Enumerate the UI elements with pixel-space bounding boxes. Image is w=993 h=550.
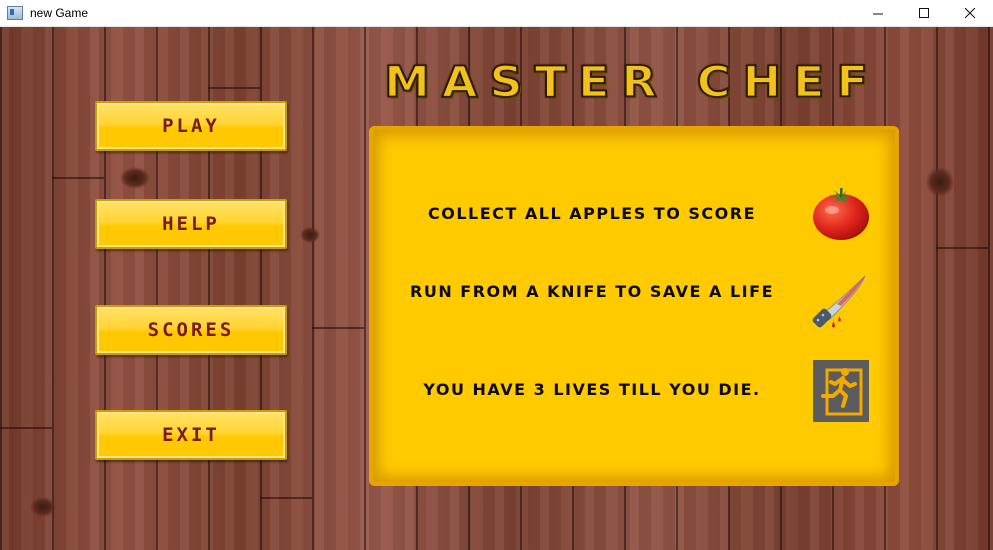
wood-seam: [208, 87, 260, 89]
help-button[interactable]: HELP: [95, 199, 287, 249]
wood-seam: [52, 177, 104, 179]
running-exit-icon: [813, 360, 869, 422]
close-icon: [964, 7, 975, 18]
help-panel: COLLECT ALL APPLES TO SCORE RUN FROM A K…: [369, 126, 899, 486]
maximize-icon: [918, 7, 929, 18]
help-line-lives: YOU HAVE 3 LIVES TILL YOU DIE.: [423, 380, 761, 399]
wood-knot: [926, 167, 954, 197]
wood-knot: [120, 167, 150, 189]
minimize-icon: [872, 13, 883, 14]
window-titlebar: new Game: [0, 0, 993, 27]
maximize-button[interactable]: [901, 0, 947, 26]
wood-seam: [312, 327, 364, 329]
scores-button-label: SCORES: [147, 319, 235, 341]
help-line-knife: RUN FROM A KNIFE TO SAVE A LIFE: [410, 282, 774, 301]
wood-seam: [936, 247, 988, 249]
help-line-apples: COLLECT ALL APPLES TO SCORE: [428, 204, 756, 223]
close-button[interactable]: [947, 0, 993, 26]
game-title: MASTER CHEF: [383, 56, 880, 108]
app-icon: [7, 6, 23, 20]
play-button[interactable]: PLAY: [95, 101, 287, 151]
exit-button[interactable]: EXIT: [95, 410, 287, 460]
bloody-knife-icon: [812, 275, 866, 328]
exit-button-label: EXIT: [162, 424, 220, 446]
minimize-button[interactable]: [855, 0, 901, 26]
help-button-label: HELP: [162, 213, 220, 235]
tomato-icon: [813, 188, 869, 240]
scores-button[interactable]: SCORES: [95, 305, 287, 355]
wood-seam: [0, 427, 52, 429]
wood-knot: [30, 497, 56, 517]
window-controls: [855, 0, 993, 26]
wood-seam: [260, 497, 312, 499]
game-canvas: MASTER CHEF PLAY HELP SCORES EXIT COLLEC…: [0, 27, 993, 550]
play-button-label: PLAY: [162, 115, 220, 137]
window-title: new Game: [30, 6, 89, 20]
wood-knot: [300, 227, 320, 243]
